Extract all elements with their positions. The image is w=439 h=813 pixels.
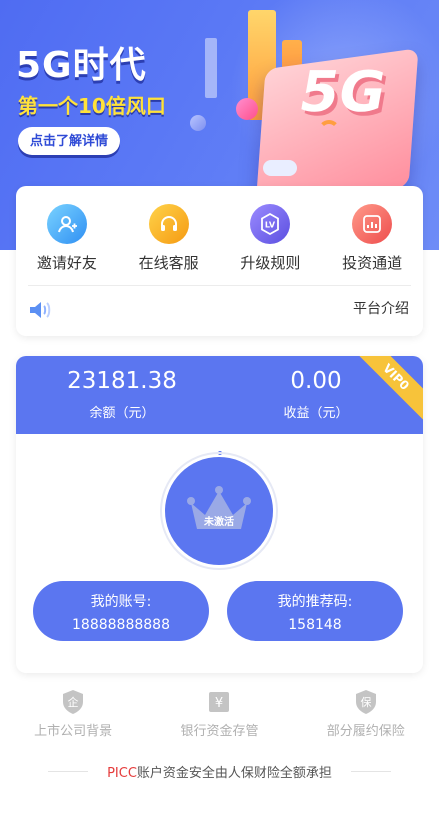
level-badge-icon: LV — [250, 204, 291, 244]
menu-item-upgrade-rules[interactable]: LV 升级规则 — [225, 204, 315, 273]
headset-icon — [148, 204, 189, 244]
membership-status-label: 未激活 — [204, 517, 234, 528]
bank-deposit-icon: ¥ — [209, 692, 230, 712]
svg-text:企: 企 — [68, 695, 79, 709]
membership-status-ring: 未激活 — [160, 452, 278, 570]
membership-status-badge[interactable]: 未激活 — [165, 457, 273, 565]
my-account-title: 我的账号: — [90, 594, 152, 610]
menu-item-invest-channel[interactable]: 投资通道 — [327, 204, 417, 273]
insurance-shield-icon: 保 — [355, 690, 376, 714]
banner-subtitle: 第一个10倍风口 — [18, 94, 166, 118]
cloud-icon — [263, 160, 297, 176]
app-page: 5G 5G时代 第一个10倍风口 点击了解详情 邀请好友 在线客服 LV 升级规… — [0, 0, 439, 813]
invite-user-icon — [46, 204, 87, 244]
company-shield-icon: 企 — [63, 690, 84, 714]
referral-code-title: 我的推荐码: — [277, 594, 353, 610]
quick-menu-row: 邀请好友 在线客服 LV 升级规则 投资通道 — [16, 204, 423, 273]
menu-item-online-service[interactable]: 在线客服 — [124, 204, 214, 273]
menu-item-invite-friends[interactable]: 邀请好友 — [22, 204, 112, 273]
badge-label: 上市公司背景 — [34, 724, 113, 739]
balance-stat: 23181.38 余额（元） — [22, 366, 222, 421]
banner-sphere-decoration — [236, 98, 258, 120]
banner-sphere-decoration — [190, 115, 206, 131]
banner-5g-sign: 5G — [294, 60, 391, 125]
menu-item-label: 升级规则 — [240, 254, 301, 272]
badge-listed-company: 企 上市公司背景 — [3, 688, 143, 739]
platform-intro-link[interactable]: 平台介绍 — [353, 298, 409, 318]
quick-menu-card: 邀请好友 在线客服 LV 升级规则 投资通道 平台介绍 — [16, 186, 423, 336]
learn-more-button[interactable]: 点击了解详情 — [18, 127, 121, 155]
banner-title: 5G时代 — [16, 45, 147, 86]
fund-security-notice: PICC账户资金安全由人保财险全额承担 — [0, 762, 439, 781]
my-account-button[interactable]: 我的账号: 18888888888 — [33, 581, 209, 641]
earnings-label: 收益（元） — [283, 406, 349, 421]
picc-brand: PICC — [107, 766, 137, 781]
badge-label: 部分履约保险 — [326, 724, 405, 739]
invest-chart-icon — [352, 204, 393, 244]
menu-item-label: 投资通道 — [342, 254, 403, 272]
badge-label: 银行资金存管 — [180, 724, 259, 739]
my-account-number: 18888888888 — [72, 617, 170, 633]
speaker-icon[interactable] — [28, 299, 52, 321]
account-card: 23181.38 余额（元） 0.00 收益（元） VIP0 未激活 我的账号:… — [16, 356, 423, 673]
menu-item-label: 在线客服 — [138, 254, 199, 272]
badge-bank-custody: ¥ 银行资金存管 — [149, 688, 289, 739]
notice-text: 账户资金安全由人保财险全额承担 — [136, 766, 332, 781]
trust-badges: 企 上市公司背景 ¥ 银行资金存管 保 部分履约保险 — [0, 688, 439, 739]
balance-value: 23181.38 — [67, 368, 177, 394]
svg-text:¥: ¥ — [215, 696, 223, 711]
balance-label: 余额（元） — [89, 406, 155, 421]
wifi-icon — [318, 120, 340, 142]
menu-divider — [28, 285, 411, 286]
referral-code-value: 158148 — [288, 617, 342, 633]
banner-building-decoration — [205, 38, 217, 98]
referral-code-button[interactable]: 我的推荐码: 158148 — [227, 581, 403, 641]
menu-item-label: 邀请好友 — [36, 254, 97, 272]
account-summary-header: 23181.38 余额（元） 0.00 收益（元） VIP0 — [16, 356, 423, 434]
svg-text:保: 保 — [360, 695, 371, 709]
badge-performance-insurance: 保 部分履约保险 — [296, 688, 436, 739]
svg-text:LV: LV — [265, 221, 276, 230]
